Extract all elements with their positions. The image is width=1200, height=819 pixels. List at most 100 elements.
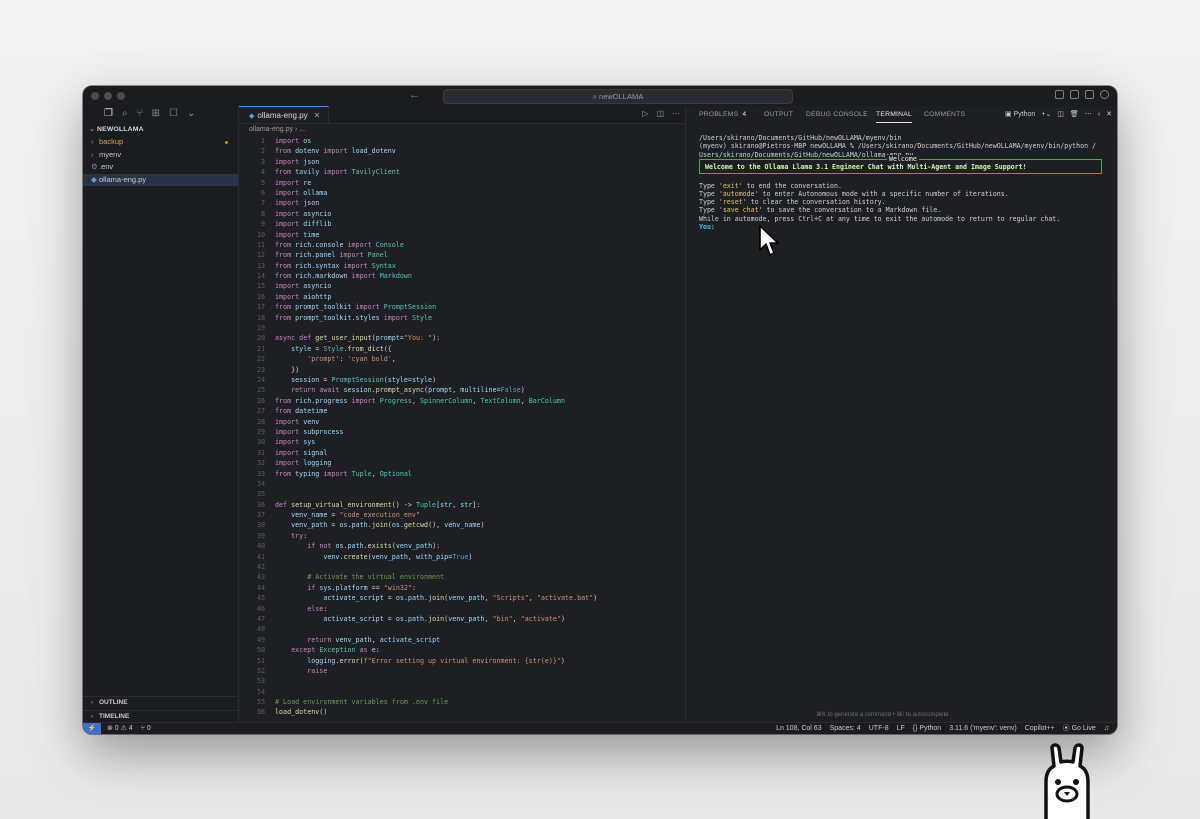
chat-icon[interactable]: ☐ [169,109,178,119]
chevron-right-icon: › [91,699,94,706]
python-interpreter[interactable]: 3.11.6 ('myenv': venv) [949,723,1017,734]
line-number: 6 [260,188,265,197]
code-text: venv_name = "code_execution_env" [291,511,420,520]
copilot-status[interactable]: Copilot++ [1025,723,1055,734]
line-number: 41 [256,552,265,561]
close-panel-icon[interactable]: ✕ [1106,106,1112,123]
outline-section[interactable]: › OUTLINE [83,696,238,710]
code-line: 48 [239,624,686,634]
toggle-panel-icon[interactable] [1070,90,1079,99]
close-icon[interactable]: ✕ [314,111,321,120]
line-ending[interactable]: LF [897,723,905,734]
run-icon[interactable]: ▷ [642,109,648,118]
toggle-sidebar-icon[interactable] [1055,90,1064,99]
python-file-icon: ◆ [249,113,255,120]
code-text: activate_script = os.path.join(venv_path… [323,614,566,623]
line-number: 16 [256,292,265,301]
line-number: 1 [260,137,265,145]
line-number: 34 [256,479,265,488]
code-line: 27 from datetime [239,406,686,416]
notifications-icon[interactable]: ♫ [1104,723,1109,734]
panel-tabs: PROBLEMS 4 OUTPUT DEBUG CONSOLE TERMINAL … [686,106,1117,123]
code-line: 47 activate_script = os.path.join(venv_p… [239,614,686,624]
more-actions-icon[interactable]: ⋯ [1085,106,1092,123]
line-number: 55 [256,698,265,707]
code-line: 12 from rich.panel import Panel [239,250,686,260]
code-line: 13 from rich.syntax import Syntax [239,261,686,271]
line-number: 4 [260,168,265,177]
code-text: from rich.panel import Panel [275,251,388,260]
indentation[interactable]: Spaces: 4 [830,723,861,734]
tab-problems[interactable]: PROBLEMS 4 [699,106,746,123]
remote-indicator-icon[interactable]: ⚡ [83,723,101,734]
line-number: 15 [256,282,265,291]
code-text: import json [275,199,320,208]
editor-group: ◆ ollama-eng.py ✕ ▷ ◫ ⋯ ollama-eng.py › ..… [238,106,686,722]
go-live-button[interactable]: ⦿ Go Live [1063,723,1096,734]
line-number: 7 [260,199,265,208]
line-number: 28 [256,417,265,426]
maximize-window-button[interactable] [117,92,125,100]
encoding[interactable]: UTF-8 [869,723,889,734]
code-line: 3 import json [239,157,686,167]
welcome-panel: Welcome Welcome to the Ollama Llama 3.1 E… [699,154,1102,174]
chevron-left-icon[interactable]: ‹ [1098,106,1100,123]
code-line: 32 import logging [239,458,686,468]
tab-ollama-eng[interactable]: ◆ ollama-eng.py ✕ [239,106,330,123]
line-number: 17 [256,303,265,312]
close-window-button[interactable] [91,92,99,100]
explorer-icon[interactable]: ❐ [104,109,113,119]
sidebar-bottom-sections: › OUTLINE › TIMELINE [83,696,238,723]
help-line: While in automode, press Ctrl+C at any t… [699,214,1061,223]
source-control-icon[interactable]: ⑂ [137,109,143,119]
code-text: style = Style.from_dict({ [291,344,392,353]
problems-status[interactable]: ⊗ 0 ⚠ 4 [107,723,133,734]
toggle-secondary-sidebar-icon[interactable] [1085,90,1094,99]
search-icon[interactable]: ⌕ [122,109,128,119]
terminal-shell-selector[interactable]: ▣ Python [1005,106,1035,123]
code-text: from rich.console import Console [275,240,404,249]
code-text: if sys.platform == "win32": [307,583,416,592]
code-text: from typing import Tuple, Optional [275,469,412,478]
back-arrow-icon[interactable]: ← [409,89,420,101]
line-number: 53 [256,677,265,686]
extensions-icon[interactable]: ⊞ [152,109,160,119]
minimize-window-button[interactable] [104,92,112,100]
explorer-root[interactable]: ⌄ NEWOLLAMA [83,122,238,136]
tab-comments[interactable]: COMMENTS [924,106,965,123]
line-number: 33 [256,469,265,478]
split-terminal-icon[interactable]: ◫ [1057,106,1064,123]
status-left: ⊗ 0 ⚠ 4 ⑂ 0 [107,723,151,734]
more-actions-icon[interactable]: ⋯ [672,109,680,118]
customize-layout-icon[interactable] [1100,90,1109,99]
file-ollama-eng[interactable]: ◆ ollama-eng.py [83,173,238,186]
file-env[interactable]: ⚙.env [83,161,238,174]
code-line: 33 from typing import Tuple, Optional [239,469,686,479]
split-editor-icon[interactable]: ◫ [656,109,664,118]
editor-actions: ▷ ◫ ⋯ [642,109,680,118]
chevron-right-icon: › [91,137,94,146]
line-number: 23 [256,365,265,374]
code-editor[interactable]: 1 import os 2 from dotenv import load_doten… [239,136,686,722]
breadcrumb[interactable]: ollama-eng.py › ... [239,124,686,135]
timeline-section[interactable]: › TIMELINE [83,709,238,724]
command-center-search[interactable]: ⌕ newOLLAMA [443,89,793,104]
language-mode[interactable]: {} Python [913,723,941,734]
cursor-position[interactable]: Ln 108, Col 63 [776,723,822,734]
code-text: import ollama [275,188,328,197]
tab-debug-console[interactable]: DEBUG CONSOLE [806,106,868,123]
more-chevron-down-icon[interactable]: ⌄ [187,109,195,119]
line-number: 46 [256,604,265,613]
add-terminal-icon[interactable]: +⌄ [1041,106,1051,123]
file-label: backup [99,137,124,146]
bottom-panel: PROBLEMS 4 OUTPUT DEBUG CONSOLE TERMINAL … [685,106,1117,722]
folder-myenv[interactable]: › myenv [83,149,238,162]
mouse-pointer-icon [759,225,779,256]
folder-backup[interactable]: › backup [83,136,238,149]
tab-output[interactable]: OUTPUT [764,106,793,123]
trash-icon[interactable]: 🗑 [1070,106,1079,123]
ports-status[interactable]: ⑂ 0 [141,723,151,734]
tab-terminal[interactable]: TERMINAL [876,106,912,123]
code-line: 18 from prompt_toolkit.styles import Styl… [239,313,686,323]
code-text: except Exception as e: [291,646,380,655]
